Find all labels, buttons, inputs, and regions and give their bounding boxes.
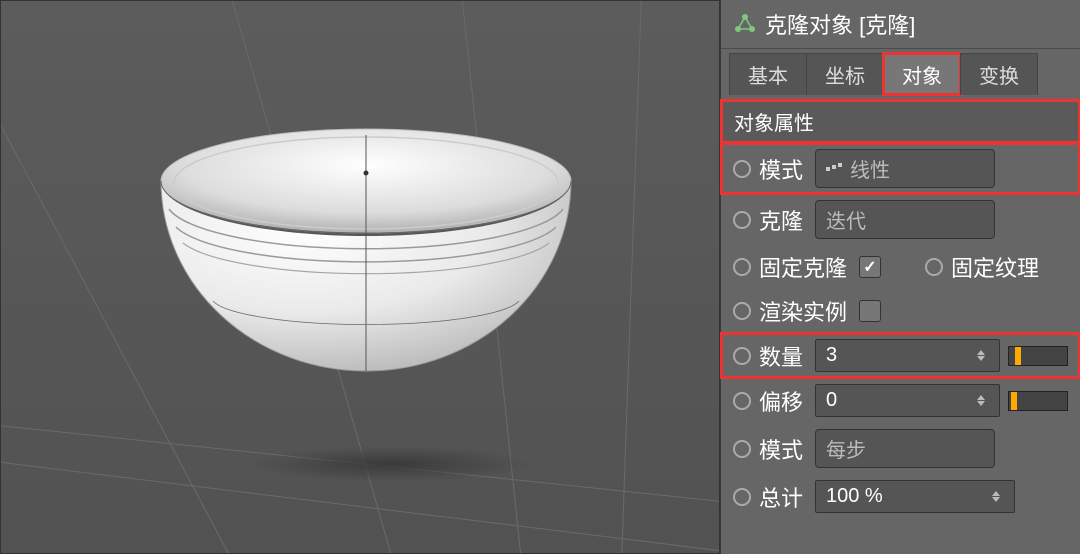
label-mode: 模式	[759, 153, 807, 185]
label-mode2: 模式	[759, 433, 807, 465]
row-clone: 克隆 迭代	[721, 194, 1080, 245]
label-fixclone: 固定克隆	[759, 251, 851, 283]
mode-value: 线性	[850, 154, 890, 183]
mode2-dropdown[interactable]: 每步	[815, 429, 995, 468]
label-total: 总计	[759, 481, 807, 513]
tab-transform[interactable]: 变换	[960, 53, 1038, 95]
tab-basic[interactable]: 基本	[729, 53, 807, 95]
count-value: 3	[826, 344, 837, 367]
row-rendinst: 渲染实例	[721, 289, 1080, 333]
offset-value: 0	[826, 389, 837, 412]
clone-dropdown[interactable]: 迭代	[815, 200, 995, 239]
linear-icon	[826, 167, 842, 171]
row-mode: 模式 线性	[721, 143, 1080, 194]
row-total: 总计 100 %	[721, 474, 1080, 519]
panel-title: 克隆对象 [克隆]	[765, 8, 915, 40]
cloner-icon	[733, 12, 757, 36]
spinner-arrows[interactable]	[992, 491, 1004, 502]
count-spinner[interactable]: 3	[815, 339, 1000, 372]
total-spinner[interactable]: 100 %	[815, 480, 1015, 513]
anim-dot[interactable]	[733, 347, 751, 365]
clone-value: 迭代	[826, 205, 866, 234]
label-count: 数量	[759, 340, 807, 372]
label-offset: 偏移	[759, 385, 807, 417]
anim-dot[interactable]	[733, 302, 751, 320]
label-fixtex: 固定纹理	[951, 251, 1043, 283]
label-rendinst: 渲染实例	[759, 295, 851, 327]
attributes-panel: 克隆对象 [克隆] 基本 坐标 对象 变换 对象属性 模式 线性 克隆 迭代	[720, 0, 1080, 554]
anim-dot[interactable]	[733, 211, 751, 229]
row-fixed-clone: 固定克隆 固定纹理	[721, 245, 1080, 289]
total-value: 100 %	[826, 485, 883, 508]
row-mode2: 模式 每步	[721, 423, 1080, 474]
count-slider[interactable]	[1008, 346, 1068, 366]
spinner-arrows[interactable]	[977, 395, 989, 406]
row-offset: 偏移 0	[721, 378, 1080, 423]
fixclone-checkbox[interactable]	[859, 256, 881, 278]
label-clone: 克隆	[759, 204, 807, 236]
offset-slider[interactable]	[1008, 391, 1068, 411]
tab-coord[interactable]: 坐标	[806, 53, 884, 95]
tabs-bar: 基本 坐标 对象 变换	[721, 49, 1080, 100]
anim-dot[interactable]	[733, 440, 751, 458]
offset-spinner[interactable]: 0	[815, 384, 1000, 417]
mode-dropdown[interactable]: 线性	[815, 149, 995, 188]
anim-dot[interactable]	[733, 392, 751, 410]
panel-header: 克隆对象 [克隆]	[721, 0, 1080, 49]
anim-dot[interactable]	[925, 258, 943, 276]
tab-object[interactable]: 对象	[883, 53, 961, 95]
spinner-arrows[interactable]	[977, 350, 989, 361]
anim-dot[interactable]	[733, 160, 751, 178]
viewport-3d[interactable]	[0, 0, 720, 554]
bowl-object[interactable]	[131, 121, 601, 451]
bowl-shadow	[251, 446, 531, 482]
anim-dot[interactable]	[733, 488, 751, 506]
row-count: 数量 3	[721, 333, 1080, 378]
mode2-value: 每步	[826, 434, 866, 463]
section-object-properties: 对象属性	[721, 100, 1080, 143]
anim-dot[interactable]	[733, 258, 751, 276]
rendinst-checkbox[interactable]	[859, 300, 881, 322]
